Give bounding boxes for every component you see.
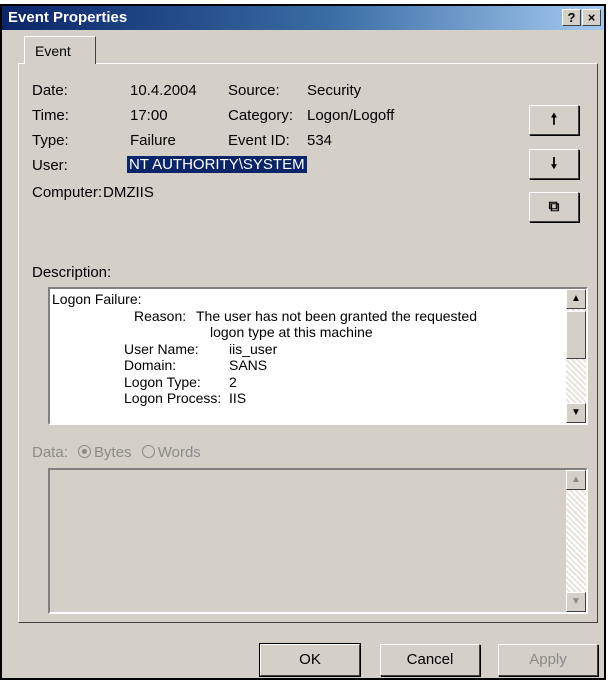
description-line: Domain: SANS — [52, 357, 477, 374]
computer-value: DMZIIS — [103, 184, 154, 201]
scroll-up-arrow-icon[interactable]: ▲ — [566, 289, 586, 309]
user-value[interactable]: NT AUTHORITY\SYSTEM — [127, 156, 307, 173]
copy-icon: ⧉ — [548, 198, 560, 215]
window-title: Event Properties — [8, 9, 128, 26]
previous-event-button[interactable]: 🠕 — [529, 105, 579, 135]
user-label: User: — [32, 157, 68, 174]
description-text: Logon Failure: Reason: The user has not be… — [52, 291, 477, 407]
description-field-label: User Name: — [124, 340, 199, 357]
type-value: Failure — [130, 132, 176, 149]
type-label: Type: — [32, 132, 69, 149]
apply-button[interactable]: Apply — [498, 644, 598, 676]
description-field-value: The user has not been granted the reques… — [196, 307, 477, 324]
description-textbox[interactable]: Logon Failure: Reason: The user has not be… — [48, 287, 588, 425]
description-field-value: IIS — [229, 390, 247, 406]
scroll-down-arrow-icon[interactable]: ▼ — [566, 403, 586, 423]
data-scrollbar[interactable]: ▲ ▼ — [566, 470, 586, 612]
arrow-down-icon: 🠗 — [550, 155, 558, 172]
words-label: Words — [157, 444, 201, 461]
title-bar: Event Properties ? × — [2, 6, 604, 30]
date-label: Date: — [32, 82, 68, 99]
description-line: Logon Failure: — [52, 291, 477, 308]
source-label: Source: — [228, 82, 280, 99]
description-field-label: Logon Process: — [124, 390, 222, 406]
copy-button[interactable]: ⧉ — [529, 192, 579, 222]
description-field-value: 2 — [229, 373, 237, 390]
event-properties-window: Event Properties ? × Event Date: 10.4.20… — [0, 4, 606, 680]
description-scrollbar[interactable]: ▲ ▼ — [566, 289, 586, 423]
data-label: Data: — [32, 444, 68, 461]
words-radio[interactable] — [141, 445, 155, 458]
description-field-label: Reason: — [134, 307, 187, 324]
description-field-value: iis_user — [229, 340, 278, 357]
data-textbox[interactable]: ▲ ▼ — [48, 468, 588, 614]
data-scroll-up-arrow-icon[interactable]: ▲ — [566, 470, 586, 490]
description-field-label: Logon Type: — [124, 373, 201, 390]
description-line: Logon Process: IIS — [52, 390, 477, 407]
description-line: Logon Type: 2 — [52, 374, 477, 391]
bytes-label: Bytes — [94, 444, 132, 461]
scroll-thumb[interactable] — [566, 311, 586, 359]
description-field-value: logon type at this machine — [210, 324, 373, 340]
data-scroll-down-arrow-icon[interactable]: ▼ — [566, 592, 586, 612]
data-format-row: Data: Bytes Words — [32, 444, 201, 461]
bytes-radio[interactable] — [78, 445, 92, 458]
description-field-label — [134, 324, 196, 341]
time-value: 17:00 — [130, 107, 168, 124]
description-line: Reason: The user has not been granted the… — [52, 308, 477, 325]
next-event-button[interactable]: 🠗 — [529, 149, 579, 179]
description-field-label: Logon Failure: — [52, 291, 142, 307]
close-button[interactable]: × — [582, 9, 601, 26]
tab-event[interactable]: Event — [24, 36, 96, 64]
category-value: Logon/Logoff — [307, 107, 395, 124]
description-field-label: Domain: — [124, 357, 177, 373]
source-value: Security — [307, 82, 362, 99]
ok-button[interactable]: OK — [259, 643, 361, 677]
date-value: 10.4.2004 — [130, 82, 197, 99]
category-label: Category: — [228, 107, 294, 124]
event-id-value: 534 — [307, 132, 333, 149]
cancel-button[interactable]: Cancel — [380, 644, 480, 676]
description-label: Description: — [32, 264, 112, 281]
help-button[interactable]: ? — [562, 9, 581, 26]
event-id-label: Event ID: — [228, 132, 290, 149]
description-line: logon type at this machine — [52, 324, 477, 341]
arrow-up-icon: 🠕 — [550, 111, 558, 128]
description-line: User Name: iis_user — [52, 341, 477, 358]
time-label: Time: — [32, 107, 69, 124]
computer-label: Computer: — [32, 184, 103, 201]
description-field-value: SANS — [229, 357, 268, 373]
